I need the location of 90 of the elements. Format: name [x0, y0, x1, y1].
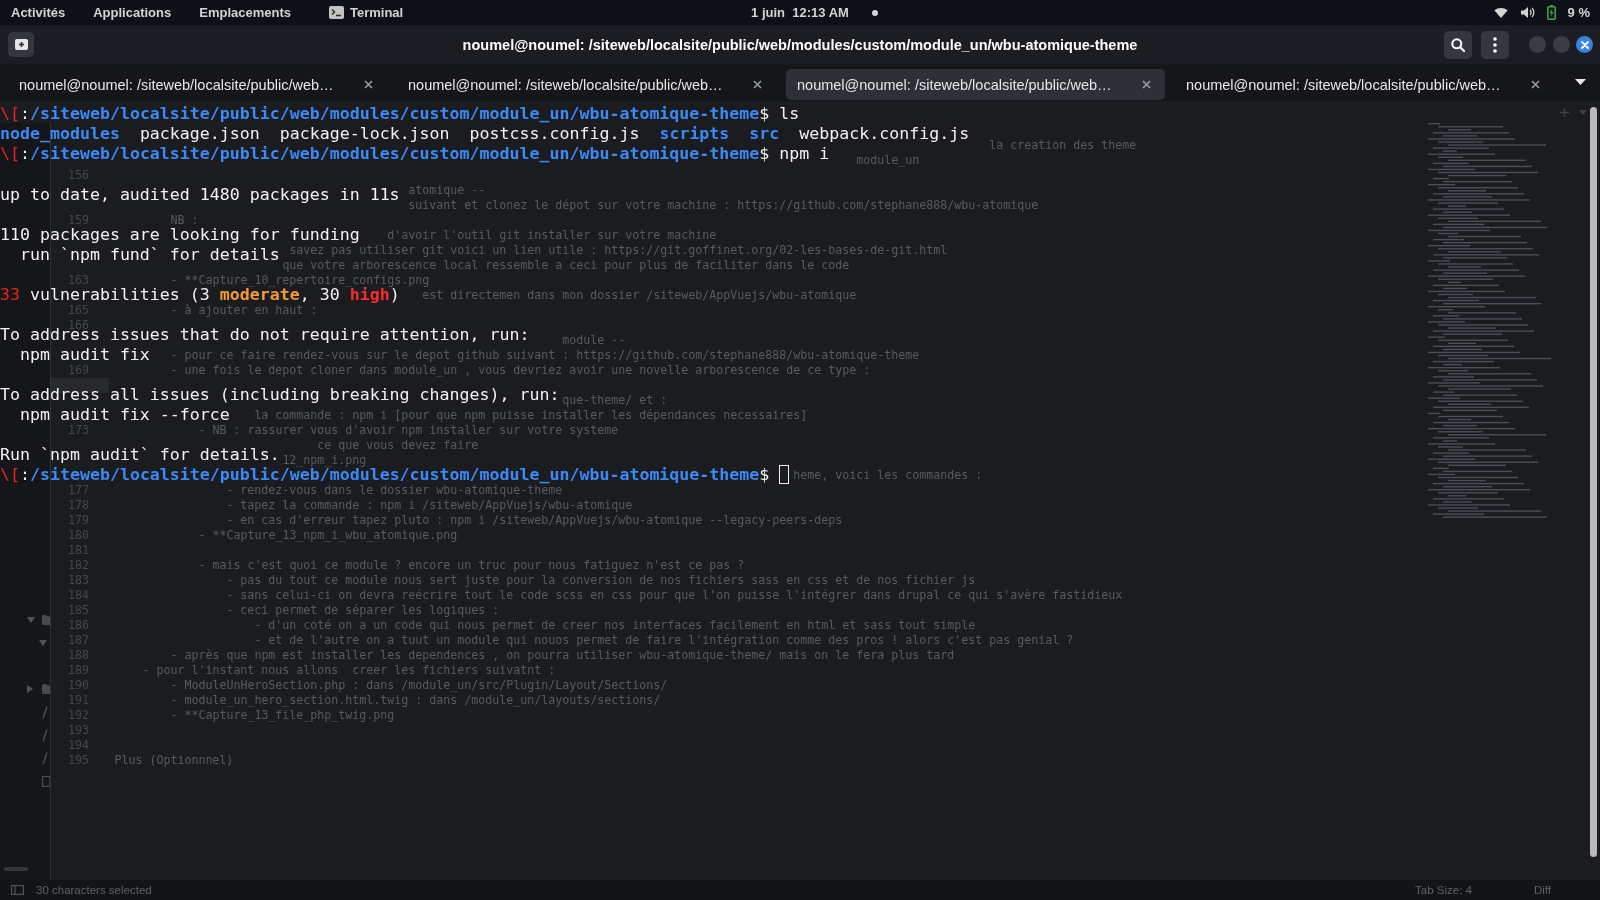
code-line: - tapez la commande : npm i /siteweb/AppVuejs/wbu-atomique — [226, 498, 633, 512]
tab-plus-icon — [14, 39, 28, 50]
close-icon[interactable] — [364, 80, 373, 89]
volume-icon[interactable] — [1519, 6, 1535, 19]
code-line: - **Capture_13_file_php_twig.png — [170, 708, 395, 722]
code-line: atomique -- — [408, 183, 486, 197]
battery-icon[interactable] — [1546, 5, 1556, 20]
code-line: que votre arborescence local ressemble a ceci pour plus de faciliter dans le code — [282, 258, 850, 272]
maximize-button[interactable] — [1553, 36, 1570, 53]
terminal-line: run `npm fund` for details — [18, 244, 280, 264]
terminal-line: node_modules package.json package-lock.json postcss.config.js scripts src webpack.config.js — [0, 124, 970, 144]
code-line: d'avoir l'outil git installer sur votre machine — [387, 228, 717, 242]
code-line: - après que npm est installer les dependences , on pourra utiliser wbu-atomique-theme/ mais on le fera plus tard — [170, 648, 955, 662]
close-icon[interactable] — [1531, 80, 1540, 89]
scroll-bar[interactable] — [1590, 107, 1597, 857]
caret-right-icon[interactable] — [27, 685, 33, 694]
close-icon — [1580, 40, 1589, 49]
folder-icon[interactable] — [42, 615, 50, 625]
folder-icon[interactable] — [42, 684, 50, 695]
code-line: - à ajouter en haut : — [170, 303, 318, 317]
terminal-tab[interactable]: noumel@noumel: /siteweb/localsite/public/web… — [397, 69, 776, 100]
code-line: module -- — [562, 333, 626, 347]
terminal-line: npm audit fix — [18, 345, 150, 365]
terminal-line: To address all issues (including breaking changes), run: — [0, 385, 560, 405]
code-line: - **Capture_10_repertoire_configs.png — [170, 273, 430, 287]
search-button[interactable] — [1444, 30, 1472, 59]
code-line: - mais c'est quoi ce module ? encore un truc pour nous fatiguez n'est ce pas ? — [198, 558, 745, 572]
code-line: - pour l'instant nous allons creer les fichiers suivatnt : — [142, 663, 556, 677]
close-icon[interactable] — [1142, 80, 1151, 89]
code-line: - d'un coté on a un code qui nous permet de creer nos interfaces facilement en html et sass tout simple — [254, 618, 976, 632]
terminal-line: \[:/siteweb/localsite/public/web/modules/custom/module_un/wbu-atomique-theme$ npm i — [0, 144, 830, 164]
menu-icon — [1493, 36, 1497, 53]
code-line: suivant et clonez le dépot sur votre machine : https://github.com/stephane888/wbu-atomique — [408, 198, 1039, 212]
code-line: NB : — [170, 213, 199, 227]
top-bar-menu[interactable]: Emplacements — [199, 5, 291, 20]
terminal-line: 110 packages are looking for funding — [0, 224, 360, 244]
scroll-bar[interactable] — [4, 867, 28, 871]
wifi-icon[interactable] — [1493, 7, 1508, 18]
new-tab-button[interactable] — [8, 32, 34, 57]
code-line: - en cas d'erreur tapez pluto : npm i /siteweb/AppVuejs/wbu-atomique --legacy-peers-deps — [226, 513, 843, 527]
code-line: - ModuleUnHeroSection.php : dans /module_un/src/Plugin/Layout/Sections/ — [170, 678, 668, 692]
code-line: la creation des theme — [989, 138, 1137, 152]
code-line: - ceci permet de séparer les logiques : — [226, 603, 500, 617]
terminal-line: \[:/siteweb/localsite/public/web/modules/custom/module_un/wbu-atomique-theme$ ls — [0, 104, 800, 124]
code-line: module_un — [856, 153, 920, 167]
sidebar-toggle-icon[interactable] — [11, 885, 24, 895]
code-line: savez pas utiliser git voici un lien utile : https://git.goffinet.org/02-les-bases-de-git.html — [289, 243, 948, 257]
code-line: - rendez-vous dans le dossier wbu-atomique-theme — [226, 483, 563, 497]
clock[interactable]: 1 juin 12:13 AM — [751, 5, 849, 20]
plus-icon[interactable] — [1560, 107, 1569, 117]
slash-icon[interactable] — [42, 728, 48, 742]
code-line: la commande : npm i [pour que npm puisse installer les dépendances necessaires] — [254, 408, 808, 422]
close-icon[interactable] — [753, 80, 762, 89]
battery-percentage: 9 % — [1567, 5, 1590, 20]
code-line: Plus (Optionnnel) — [114, 753, 234, 767]
minimize-button[interactable] — [1529, 36, 1546, 53]
code-line: - **Capture_13_npm_i_wbu_atomique.png — [198, 528, 458, 542]
code-line: - module_un_hero_section.html.twig : dans /module_un/layouts/sections/ — [170, 693, 661, 707]
terminal-icon — [329, 6, 344, 19]
terminal-tab[interactable]: noumel@noumel: /siteweb/localsite/public/web… — [8, 69, 387, 100]
code-line: ce que vous devez faire — [317, 438, 479, 452]
activities-button[interactable]: Activités — [11, 5, 66, 20]
code-line: - pour ce faire rendez-vous sur le depot github suivant : https://github.com/stephane888/wbu-atomique-theme — [170, 348, 920, 362]
terminal-tab[interactable]: noumel@noumel: /siteweb/localsite/public/web… — [1175, 69, 1554, 100]
selection-count: 30 characters selected — [36, 884, 152, 896]
file-icon[interactable] — [42, 776, 50, 788]
code-line: - une fois le depot cloner dans module_un , vous devriez avoir une novelle arborescence de ce type : — [170, 363, 871, 377]
code-line: - NB : rassurer vous d'avoir npm installer sur votre systeme — [198, 423, 619, 437]
caret-down-icon[interactable] — [1575, 79, 1586, 85]
app-menu[interactable]: Terminal — [329, 5, 404, 20]
close-button[interactable] — [1576, 36, 1593, 53]
slash-icon[interactable] — [42, 705, 48, 719]
terminal-line: up to date, audited 1480 packages in 11s — [0, 184, 400, 204]
window-title: noumel@noumel: /siteweb/localsite/public/web/modules/custom/module_un/wbu-atomique-theme — [462, 36, 1138, 53]
code-line: 12_npm_i.png — [282, 453, 367, 467]
menu-button[interactable] — [1481, 30, 1509, 59]
terminal-tab[interactable]: noumel@noumel: /siteweb/localsite/public/web… — [786, 69, 1165, 100]
code-line: - et de l'autre on a tuut un module qui nouos permet de faire l'intégration comme des pros ! alors c'est pas genial ? — [254, 633, 1074, 647]
terminal-line: npm audit fix --force — [18, 405, 230, 425]
code-line: - pas du tout ce module nous sert juste pour la conversion de nos fichiers sass en css et de nos fichier js — [226, 573, 976, 587]
slash-icon[interactable] — [42, 752, 48, 766]
code-line: - sans celui-ci on devra reécrire tout le code scss en css pour que l'on puisse l'intégrer dans drupal ce qui s'avère fastidieux — [226, 588, 1123, 602]
top-bar-menu[interactable]: Applications — [93, 5, 172, 20]
code-line: est directemen dans mon dossier /siteweb/AppVuejs/wbu-atomique — [422, 288, 857, 302]
terminal-line: Run `npm audit` for details. — [0, 445, 280, 465]
code-line: que-theme/ et : — [562, 393, 668, 407]
dot-icon — [871, 9, 878, 16]
terminal-line: To address issues that do not require attention, run: — [0, 325, 530, 344]
search-icon — [1451, 37, 1465, 52]
code-line: heme, voici les commandes : — [793, 468, 983, 482]
